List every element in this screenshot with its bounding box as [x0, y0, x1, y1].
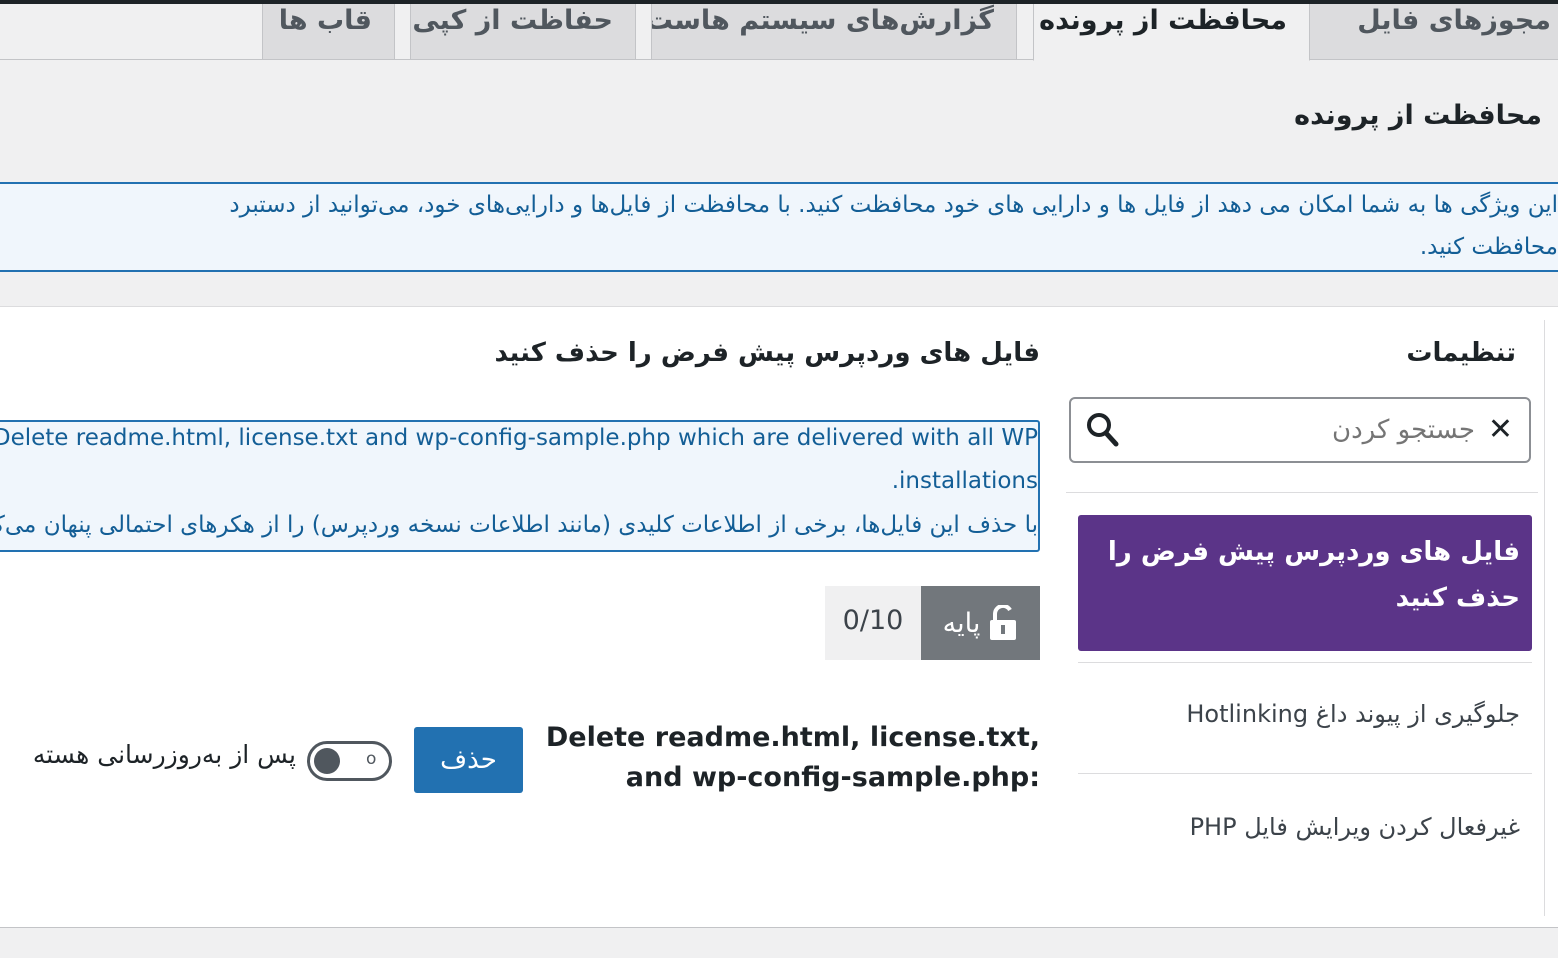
description-line-en-2: installations.: [891, 468, 1038, 494]
score-badge: 0/10: [825, 586, 921, 660]
panel-divider: [1544, 320, 1545, 916]
toggle-state: o: [366, 749, 377, 769]
unlock-icon: [990, 605, 1017, 640]
sidebar-separator: [1078, 662, 1532, 663]
delete-files-label: Delete readme.html, license.txt, and wp-…: [545, 722, 1040, 793]
after-core-update-toggle[interactable]: o: [307, 741, 392, 781]
tab-frames[interactable]: قاب ها: [262, 4, 395, 60]
clear-search-icon[interactable]: ✕: [1488, 412, 1513, 448]
description-line-en: Delete readme.html, license.txt and wp-c…: [0, 425, 1038, 451]
delete-button[interactable]: حذف: [414, 727, 523, 793]
search-icon[interactable]: [1085, 411, 1121, 449]
level-badge: پایه: [921, 586, 1040, 660]
sidebar-separator: [1078, 773, 1532, 774]
notice-line-2: محافظت کنید.: [1419, 234, 1558, 260]
search-input[interactable]: [1135, 409, 1475, 451]
section-title: فایل های وردپرس پیش فرض را حذف کنید: [494, 338, 1040, 368]
page-title: محافظت از پرونده: [1294, 100, 1542, 131]
tab-host-system-logs[interactable]: گزارش‌های سیستم هاست: [651, 4, 1017, 60]
toggle-label: پس از به‌روزرسانی هسته: [32, 740, 296, 769]
notice-line-1: این ویژگی ها به شما امکان می دهد از فایل…: [229, 192, 1558, 218]
sidebar-separator: [1066, 492, 1538, 493]
search-box: ✕: [1069, 397, 1531, 463]
tab-file-protection[interactable]: محافظت از پرونده: [1033, 4, 1310, 61]
sidebar-item-disable-php-edit[interactable]: غیرفعال کردن ویرایش فایل PHP: [1190, 813, 1520, 841]
info-notice: این ویژگی ها به شما امکان می دهد از فایل…: [0, 182, 1558, 272]
sidebar-item-hotlinking[interactable]: جلوگیری از پیوند داغ Hotlinking: [1186, 700, 1520, 728]
tab-copy-protection[interactable]: حفاظت از کپی: [410, 4, 636, 60]
toggle-knob: [314, 748, 340, 774]
description-box: Delete readme.html, license.txt and wp-c…: [0, 420, 1040, 552]
sidebar-item-delete-default-files[interactable]: فایل های وردپرس پیش فرض را حذف کنید: [1078, 515, 1532, 651]
sidebar-title: تنظیمات: [1406, 338, 1516, 368]
level-label: پایه: [942, 607, 981, 639]
tab-file-permissions[interactable]: مجوزهای فایل: [1308, 4, 1558, 60]
description-line-fa: با حذف این فایل‌ها، برخی از اطلاعات کلید…: [0, 512, 1038, 538]
